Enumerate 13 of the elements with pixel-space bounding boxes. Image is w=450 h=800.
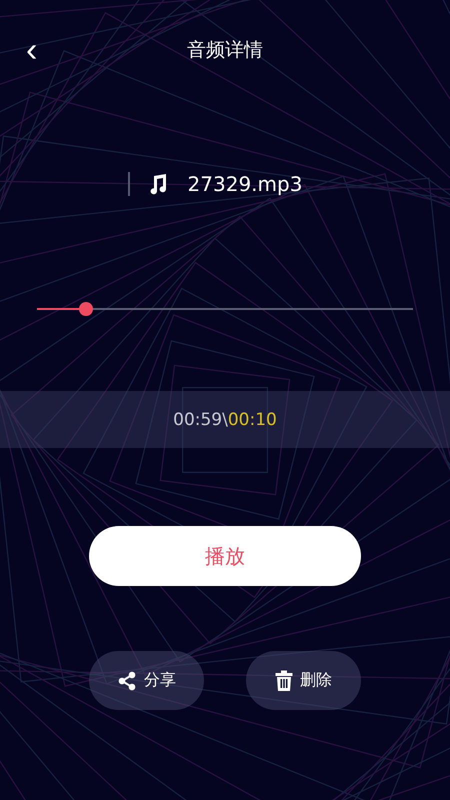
share-icon — [117, 670, 137, 690]
page-title: 音频详情 — [187, 38, 263, 63]
progress-slider[interactable] — [37, 302, 413, 316]
current-time: 00:10 — [228, 410, 277, 430]
file-name: 27329.mp3 — [188, 172, 302, 196]
delete-button[interactable]: 删除 — [246, 651, 361, 710]
separator-text: \ — [222, 410, 228, 430]
trash-icon — [275, 670, 293, 692]
duration-text: 00:59 — [173, 410, 222, 430]
music-note-icon — [148, 173, 168, 195]
play-button[interactable]: 播放 — [89, 526, 361, 586]
back-button[interactable]: ‹ — [22, 30, 42, 70]
share-button[interactable]: 分享 — [89, 651, 204, 710]
